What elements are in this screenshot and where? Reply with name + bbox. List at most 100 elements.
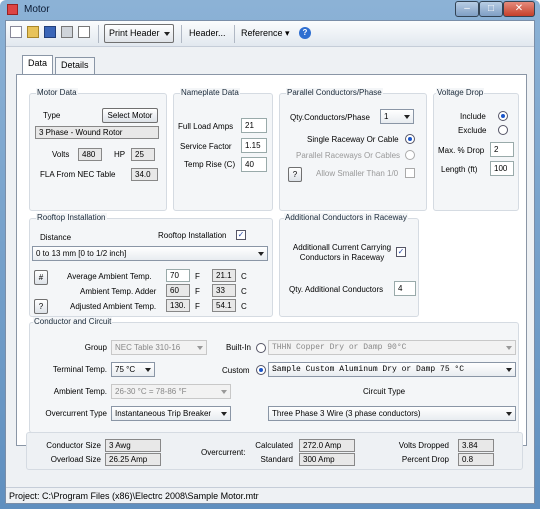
select-motor-button[interactable]: Select Motor: [102, 108, 158, 123]
group-select[interactable]: NEC Table 310-16: [111, 340, 207, 355]
type-label: Type: [43, 111, 61, 120]
builtin-conductor-select[interactable]: THHN Copper Dry or Damp 90°C: [268, 340, 516, 355]
group-title: Voltage Drop: [436, 88, 485, 97]
additional-current-checkbox[interactable]: ✓: [396, 247, 406, 257]
temp-rise-input[interactable]: 40: [241, 157, 267, 172]
conductor-circuit-group: Conductor and Circuit Group NEC Table 31…: [29, 317, 519, 433]
max-drop-input[interactable]: 2: [490, 142, 514, 157]
full-load-amps-input[interactable]: 21: [241, 118, 267, 133]
celsius-label: C: [241, 302, 247, 311]
qty-additional-label: Qty. Additional Conductors: [289, 285, 384, 294]
qty-conductors-select[interactable]: 1: [380, 109, 414, 124]
overcurrent-label: Overcurrent:: [201, 448, 246, 457]
help-icon[interactable]: ?: [299, 27, 311, 39]
motor-type-value: 3 Phase - Wound Rotor: [35, 126, 159, 139]
overload-size-label: Overload Size: [50, 455, 101, 464]
parallel-raceways-radio[interactable]: [405, 150, 415, 160]
temp-adder-label: Ambient Temp. Adder: [80, 287, 157, 296]
motor-data-group: Motor Data Type Select Motor 3 Phase - W…: [29, 88, 167, 211]
builtin-radio[interactable]: [256, 343, 266, 353]
app-window: Motor – □ ✕ Print Header Header... Refer…: [0, 0, 540, 509]
allow-smaller-label: Allow Smaller Than 1/0: [316, 169, 399, 178]
service-factor-label: Service Factor: [180, 142, 232, 151]
save-icon[interactable]: [44, 26, 56, 38]
percent-drop-value: 0.8: [458, 453, 494, 466]
ambient-temp-select[interactable]: 26-30 °C = 78-86 °F: [111, 384, 231, 399]
group-title: Additional Conductors in Raceway: [284, 213, 408, 222]
builtin-label: Built-In: [226, 343, 251, 352]
custom-conductor-select[interactable]: Sample Custom Aluminum Dry or Damp 75 °C: [268, 362, 516, 377]
single-raceway-radio[interactable]: [405, 134, 415, 144]
include-radio[interactable]: [498, 111, 508, 121]
avg-ambient-f-input[interactable]: 70: [166, 269, 190, 282]
conductor-size-label: Conductor Size: [46, 441, 101, 450]
overcurrent-type-label: Overcurrent Type: [45, 409, 107, 418]
rooftop-group: Rooftop Installation Distance Rooftop In…: [29, 213, 273, 317]
group-title: Motor Data: [36, 88, 78, 97]
parallel-conductors-group: Parallel Conductors/Phase Qty.Conductors…: [279, 88, 427, 211]
minimize-button[interactable]: –: [455, 1, 479, 17]
circuit-type-label: Circuit Type: [363, 387, 406, 396]
parallel-help-button[interactable]: ?: [288, 167, 302, 182]
circuit-type-select[interactable]: Three Phase 3 Wire (3 phase conductors): [268, 406, 516, 421]
temp-adder-c-value: 33: [212, 284, 236, 297]
new-file-icon[interactable]: [10, 26, 22, 38]
toolbar-separator: [181, 25, 182, 43]
maximize-button[interactable]: □: [479, 1, 503, 17]
temp-adder-f-value: 60: [166, 284, 190, 297]
terminal-temp-select[interactable]: 75 °C: [111, 362, 155, 377]
service-factor-input[interactable]: 1.15: [241, 138, 267, 153]
qty-conductors-label: Qty.Conductors/Phase: [290, 113, 370, 122]
rooftop-help-button[interactable]: ?: [34, 299, 48, 314]
parallel-raceways-label: Parallel Raceways Or Cables: [296, 151, 401, 160]
calculated-label: Calculated: [255, 441, 293, 450]
volts-value: 480: [78, 148, 102, 161]
exclude-radio[interactable]: [498, 125, 508, 135]
header-button[interactable]: Header...: [189, 28, 226, 38]
fla-label: Full Load Amps: [178, 122, 234, 131]
length-input[interactable]: 100: [490, 161, 514, 176]
group-title: Nameplate Data: [180, 88, 240, 97]
tab-data[interactable]: Data: [22, 55, 54, 74]
percent-drop-label: Percent Drop: [401, 455, 449, 464]
volts-label: Volts: [52, 150, 70, 159]
group-label: Group: [84, 343, 107, 352]
max-drop-label: Max. % Drop: [438, 146, 485, 155]
close-button[interactable]: ✕: [503, 1, 535, 17]
adjusted-ambient-label: Adjusted Ambient Temp.: [70, 302, 157, 311]
fla-nec-label: FLA From NEC Table: [40, 170, 116, 179]
standard-label: Standard: [260, 455, 293, 464]
reference-menu[interactable]: Reference ▾: [241, 28, 290, 39]
allow-smaller-checkbox[interactable]: [405, 168, 415, 178]
window-title: Motor: [24, 4, 50, 15]
celsius-label: C: [241, 272, 247, 281]
open-folder-icon[interactable]: [27, 26, 39, 38]
print-header-dropdown[interactable]: Print Header: [104, 24, 174, 43]
rooftop-installation-checkbox[interactable]: ✓: [236, 230, 246, 240]
title-bar[interactable]: Motor – □ ✕: [0, 0, 540, 20]
tab-details[interactable]: Details: [55, 57, 95, 74]
additional-current-label: Additionall Current Carrying Conductors …: [292, 243, 392, 262]
toolbar: Print Header Header... Reference ▾ ?: [6, 21, 534, 47]
data-tab-panel: Motor Data Type Select Motor 3 Phase - W…: [16, 74, 527, 446]
terminal-temp-label: Terminal Temp.: [52, 365, 107, 374]
print-icon[interactable]: [61, 26, 73, 38]
single-raceway-label: Single Raceway Or Cable: [307, 135, 399, 144]
qty-additional-input[interactable]: 4: [394, 281, 416, 296]
hp-value: 25: [131, 148, 155, 161]
length-label: Length (ft): [441, 165, 478, 174]
overcurrent-type-select[interactable]: Instantaneous Trip Breaker: [111, 406, 231, 421]
group-title: Conductor and Circuit: [33, 317, 113, 326]
group-title: Parallel Conductors/Phase: [286, 88, 383, 97]
calculated-value: 272.0 Amp: [299, 439, 355, 452]
custom-radio[interactable]: [256, 365, 266, 375]
custom-label: Custom: [222, 366, 250, 375]
toolbar-separator: [98, 25, 99, 43]
adjusted-ambient-f-value: 130.: [166, 299, 190, 312]
app-icon: [7, 4, 18, 15]
exclude-label: Exclude: [458, 126, 487, 135]
table-hash-button[interactable]: #: [34, 270, 48, 285]
overload-size-value: 26.25 Amp: [105, 453, 161, 466]
distance-select[interactable]: 0 to 13 mm [0 to 1/2 inch]: [32, 246, 268, 261]
print-preview-icon[interactable]: [78, 26, 90, 38]
